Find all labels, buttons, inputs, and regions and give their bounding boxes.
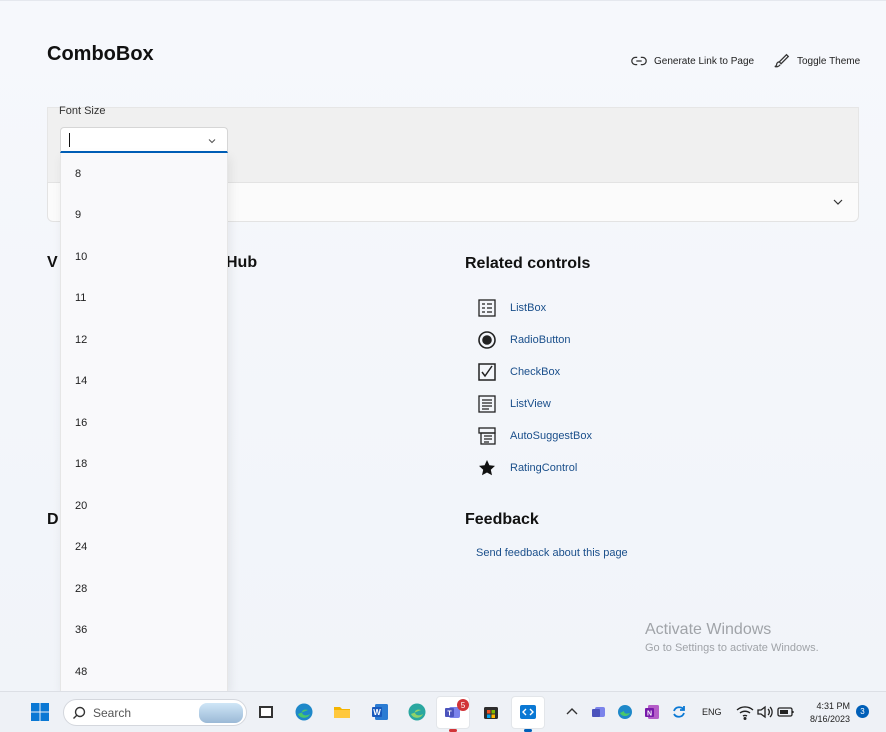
- related-link-label[interactable]: RatingControl: [510, 462, 577, 474]
- notification-count-badge[interactable]: 3: [856, 705, 869, 718]
- taskbar-dev-app[interactable]: [516, 700, 540, 724]
- autosuggestbox-icon: [478, 427, 496, 445]
- chevron-down-icon: [833, 199, 843, 205]
- store-icon: [484, 707, 498, 719]
- dropdown-option[interactable]: 20: [75, 500, 87, 512]
- edge-icon: [295, 703, 313, 721]
- star-icon: [479, 460, 495, 476]
- listbox-icon: [478, 299, 496, 317]
- svg-text:W: W: [373, 708, 381, 717]
- taskbar-file-explorer[interactable]: [330, 700, 354, 724]
- folder-icon: [334, 707, 350, 718]
- related-item-checkbox[interactable]: CheckBox: [476, 361, 560, 383]
- generate-link-label: Generate Link to Page: [654, 55, 755, 67]
- listview-icon: [478, 395, 496, 413]
- taskbar-search[interactable]: Search: [63, 699, 247, 726]
- checkbox-icon: [478, 363, 496, 381]
- link-icon: [631, 56, 647, 66]
- language-indicator[interactable]: ENG: [702, 707, 722, 717]
- taskbar-clock[interactable]: 4:31 PM 8/16/2023: [802, 700, 850, 726]
- clock-time: 4:31 PM: [816, 701, 850, 711]
- brush-icon: [774, 53, 790, 68]
- feedback-title: Feedback: [465, 511, 539, 528]
- activate-windows-title: Activate Windows: [645, 621, 772, 638]
- dropdown-option[interactable]: 18: [75, 458, 87, 470]
- dropdown-option[interactable]: 24: [75, 541, 87, 553]
- related-link-label[interactable]: AutoSuggestBox: [510, 430, 592, 442]
- page-title: ComboBox: [47, 43, 154, 65]
- dropdown-option[interactable]: 16: [75, 417, 87, 429]
- volume-icon: [757, 705, 773, 719]
- search-placeholder: Search: [93, 706, 132, 720]
- sync-icon: [673, 706, 685, 718]
- show-hidden-icons-button[interactable]: [560, 700, 584, 724]
- tray-teams[interactable]: [587, 700, 611, 724]
- start-button[interactable]: [28, 700, 52, 724]
- code-app-icon: [520, 705, 536, 719]
- taskbar-edge-dev[interactable]: [405, 700, 429, 724]
- dropdown-option[interactable]: 48: [75, 666, 87, 678]
- related-item-listbox[interactable]: ListBox: [476, 297, 546, 319]
- related-controls-title: Related controls: [465, 255, 591, 272]
- teams-notification-badge: 5: [457, 699, 469, 711]
- font-size-dropdown-list[interactable]: 8 9 10 11 12 14 16 18 20 24 28 36 48: [60, 153, 228, 691]
- dropdown-option[interactable]: 36: [75, 624, 87, 636]
- toggle-theme-button[interactable]: Toggle Theme: [773, 52, 860, 70]
- related-link-label[interactable]: RadioButton: [510, 334, 571, 346]
- related-link-label[interactable]: ListView: [510, 398, 551, 410]
- task-view-icon: [259, 706, 273, 718]
- search-highlight-image: [199, 703, 243, 723]
- chevron-up-icon: [566, 708, 578, 715]
- related-item-radiobutton[interactable]: RadioButton: [476, 329, 571, 351]
- tray-battery[interactable]: [774, 700, 798, 724]
- dropdown-option[interactable]: 12: [75, 334, 87, 346]
- taskbar-store[interactable]: [479, 700, 503, 724]
- section-heading-partial-end: Hub: [226, 254, 258, 271]
- related-link-label[interactable]: ListBox: [510, 302, 546, 314]
- edge-dev-icon: [408, 703, 426, 721]
- search-icon: [73, 706, 86, 719]
- taskbar-edge[interactable]: [292, 700, 316, 724]
- windows-logo-icon: [31, 703, 49, 721]
- generate-link-button[interactable]: Generate Link to Page: [630, 52, 754, 70]
- taskbar-word[interactable]: W: [368, 700, 392, 724]
- dropdown-option[interactable]: 14: [75, 375, 87, 387]
- related-item-listview[interactable]: ListView: [476, 393, 551, 415]
- text-caret: [69, 133, 70, 147]
- related-link-label[interactable]: CheckBox: [510, 366, 560, 378]
- dropdown-option[interactable]: 9: [75, 209, 81, 221]
- task-view-button[interactable]: [254, 700, 278, 724]
- onenote-icon: N: [645, 705, 659, 719]
- radiobutton-icon: [478, 331, 496, 349]
- dropdown-option[interactable]: 10: [75, 251, 87, 263]
- chevron-down-icon[interactable]: [207, 136, 217, 146]
- app-window: ComboBox Generate Link to Page Toggle Th…: [0, 0, 886, 691]
- battery-icon: [777, 707, 794, 717]
- dropdown-option[interactable]: 8: [75, 168, 81, 180]
- font-size-label: Font Size: [59, 105, 106, 117]
- tray-onenote[interactable]: N: [640, 700, 664, 724]
- activate-windows-subtitle: Go to Settings to activate Windows.: [645, 642, 819, 654]
- wifi-icon: [736, 706, 754, 720]
- svg-text:T: T: [447, 711, 452, 718]
- tray-sync[interactable]: [667, 700, 691, 724]
- teams-tray-icon: [592, 707, 605, 717]
- related-item-ratingcontrol[interactable]: RatingControl: [476, 457, 577, 479]
- toggle-theme-label: Toggle Theme: [797, 55, 861, 67]
- dropdown-option[interactable]: 28: [75, 583, 87, 595]
- section-heading-partial: V: [47, 254, 58, 271]
- tray-edge[interactable]: [613, 700, 637, 724]
- edge-tray-icon: [618, 705, 632, 719]
- dropdown-option[interactable]: 11: [75, 292, 86, 304]
- svg-text:N: N: [647, 711, 652, 718]
- related-item-autosuggestbox[interactable]: AutoSuggestBox: [476, 425, 592, 447]
- taskbar: Search W T 5 N ENG 4:31 PM 8/16/2023 3: [0, 691, 886, 732]
- docs-heading-partial: D: [47, 511, 59, 528]
- send-feedback-link[interactable]: Send feedback about this page: [476, 547, 628, 559]
- clock-date: 8/16/2023: [809, 714, 850, 724]
- font-size-combobox[interactable]: [60, 127, 228, 153]
- word-icon: W: [372, 704, 388, 720]
